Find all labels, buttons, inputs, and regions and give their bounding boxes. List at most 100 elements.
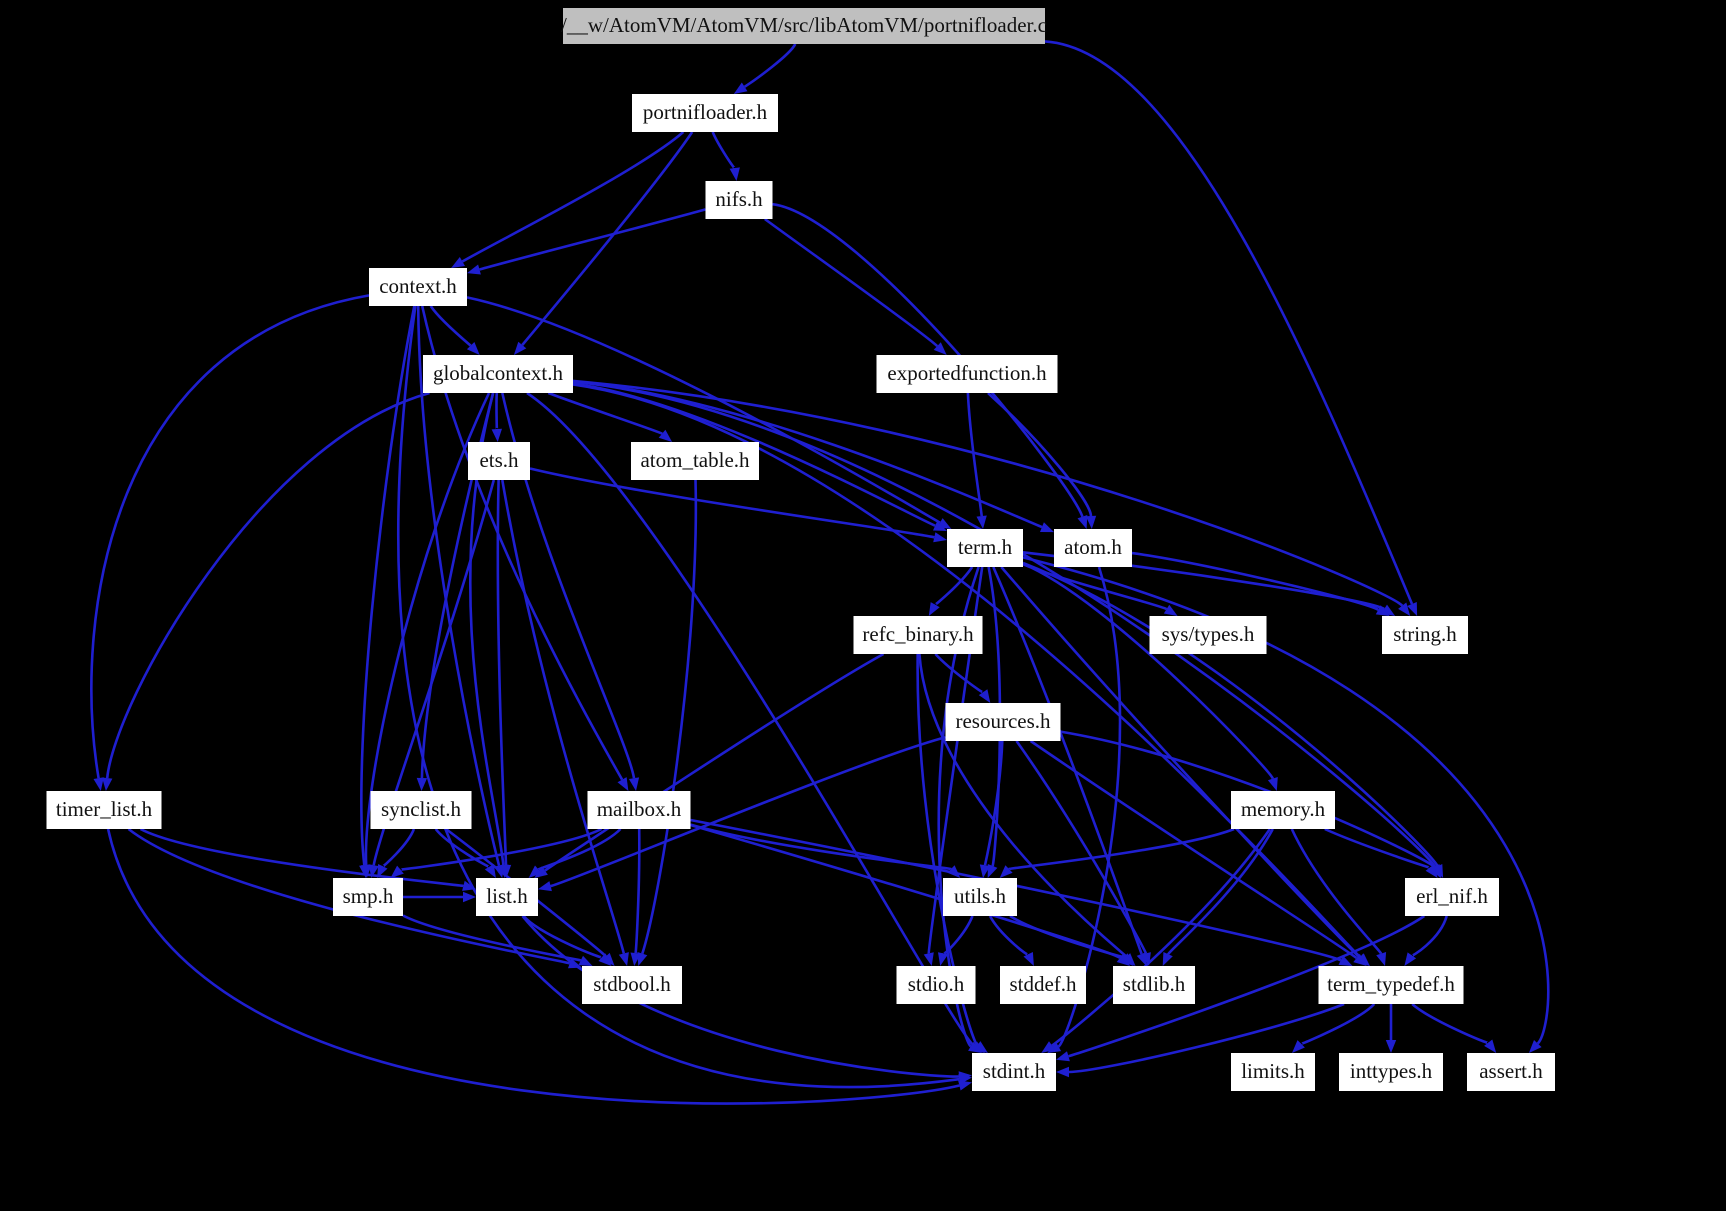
node-box-memory_h[interactable] [1231, 791, 1335, 829]
edge-ets_h-to-list_h [496, 479, 508, 866]
arrowhead-memory_h-to-term_typedef_h [1376, 952, 1387, 966]
node-box-sys_types_h[interactable] [1149, 616, 1267, 654]
edge-exportedfunction_h-to-atom_h [987, 392, 1093, 517]
node-portnifloader_h[interactable]: portnifloader.h [632, 94, 778, 132]
node-box-resources_h[interactable] [945, 703, 1061, 741]
arrowhead-resources_h-to-list_h [538, 881, 552, 892]
arrowhead-timer_list_h-to-stdint_h [958, 1080, 972, 1091]
edge-portnifloader_h-to-globalcontext_h [521, 131, 694, 346]
node-synclist_h[interactable]: synclist.h [370, 791, 472, 829]
arrowhead-term_h-to-memory_h [1267, 777, 1278, 791]
node-string_h[interactable]: string.h [1382, 616, 1468, 654]
arrowhead-globalcontext_h-to-timer_list_h [102, 777, 113, 791]
edge-nifs_h-to-exportedfunction_h [764, 217, 939, 348]
node-stddef_h[interactable]: stddef.h [1000, 966, 1086, 1004]
arrowhead-term_typedef_h-to-inttypes_h [1385, 1040, 1397, 1053]
arrowhead-term_h-to-stdio_h [923, 952, 934, 966]
node-list_h[interactable]: list.h [476, 878, 538, 916]
edge-context_h-to-globalcontext_h [429, 305, 472, 347]
node-erl_nif_h[interactable]: erl_nif.h [1405, 878, 1499, 916]
edge-portnifloader_h-to-context_h [461, 131, 685, 263]
node-box-refc_binary_h[interactable] [853, 616, 983, 654]
node-timer_list_h[interactable]: timer_list.h [46, 791, 162, 829]
node-box-string_h[interactable] [1382, 616, 1468, 654]
arrowhead-ets_h-to-term_h [933, 532, 947, 543]
node-stdbool_h[interactable]: stdbool.h [582, 966, 682, 1004]
arrowhead-globalcontext_h-to-atom_table_h [658, 429, 673, 442]
node-box-ets_h[interactable] [468, 442, 530, 480]
node-sys_types_h[interactable]: sys/types.h [1149, 616, 1267, 654]
node-term_h[interactable]: term.h [947, 529, 1023, 567]
node-box-erl_nif_h[interactable] [1405, 878, 1499, 916]
node-refc_binary_h[interactable]: refc_binary.h [853, 616, 983, 654]
node-box-mailbox_h[interactable] [587, 791, 691, 829]
node-box-portnifloader_h[interactable] [632, 94, 778, 132]
edge-synclist_h-to-smp_h [381, 828, 416, 868]
node-stdio_h[interactable]: stdio.h [896, 966, 976, 1004]
node-limits_h[interactable]: limits.h [1231, 1053, 1315, 1091]
node-box-stdint_h[interactable] [972, 1053, 1056, 1091]
arrowhead-smp_h-to-stdbool_h [578, 955, 593, 966]
edge-root-to-string_h [1044, 40, 1414, 605]
node-smp_h[interactable]: smp.h [333, 878, 403, 916]
node-box-smp_h[interactable] [333, 878, 403, 916]
node-stdint_h[interactable]: stdint.h [972, 1053, 1056, 1091]
edges-layer [90, 40, 1550, 1105]
edge-memory_h-to-stdint_h [1051, 828, 1271, 1047]
edge-memory_h-to-erl_nif_h [1324, 827, 1432, 869]
edge-globalcontext_h-to-timer_list_h [105, 391, 430, 779]
node-box-atom_h[interactable] [1054, 529, 1132, 567]
edge-mailbox_h-to-stdbool_h [634, 828, 641, 954]
node-box-term_h[interactable] [947, 529, 1023, 567]
node-nifs_h[interactable]: nifs.h [705, 181, 773, 219]
node-ets_h[interactable]: ets.h [468, 442, 530, 480]
node-box-utils_h[interactable] [943, 878, 1017, 916]
node-box-globalcontext_h[interactable] [423, 355, 573, 393]
edge-resources_h-to-stdlib_h [1015, 740, 1148, 954]
node-atom_h[interactable]: atom.h [1054, 529, 1132, 567]
node-box-root[interactable] [563, 8, 1045, 44]
node-box-inttypes_h[interactable] [1339, 1053, 1443, 1091]
node-term_typedef_h[interactable]: term_typedef.h [1318, 966, 1464, 1004]
node-box-context_h[interactable] [369, 268, 467, 306]
node-atom_table_h[interactable]: atom_table.h [631, 442, 759, 480]
edge-globalcontext_h-to-string_h [572, 379, 1404, 607]
node-box-term_typedef_h[interactable] [1318, 966, 1464, 1004]
arrowhead-mailbox_h-to-smp_h [390, 865, 404, 878]
node-box-stdbool_h[interactable] [582, 966, 682, 1004]
edge-term_typedef_h-to-assert_h [1411, 1003, 1490, 1045]
node-box-nifs_h[interactable] [705, 181, 773, 219]
node-box-stddef_h[interactable] [1000, 966, 1086, 1004]
node-context_h[interactable]: context.h [369, 268, 467, 306]
node-box-timer_list_h[interactable] [46, 791, 162, 829]
edge-root-to-portnifloader_h [743, 43, 797, 88]
node-box-exportedfunction_h[interactable] [876, 355, 1058, 393]
node-assert_h[interactable]: assert.h [1467, 1053, 1555, 1091]
node-utils_h[interactable]: utils.h [943, 878, 1017, 916]
arrowhead-root-to-portnifloader_h [733, 82, 748, 94]
node-box-synclist_h[interactable] [370, 791, 472, 829]
node-mailbox_h[interactable]: mailbox.h [587, 791, 691, 829]
arrowhead-globalcontext_h-to-atom_h [1040, 522, 1054, 533]
node-root[interactable]: /__w/AtomVM/AtomVM/src/libAtomVM/portnif… [561, 8, 1047, 44]
node-box-stdio_h[interactable] [896, 966, 976, 1004]
node-box-assert_h[interactable] [1467, 1053, 1555, 1091]
node-globalcontext_h[interactable]: globalcontext.h [423, 355, 573, 393]
node-inttypes_h[interactable]: inttypes.h [1339, 1053, 1443, 1091]
arrowhead-memory_h-to-stdlib_h [1162, 952, 1173, 966]
node-box-limits_h[interactable] [1231, 1053, 1315, 1091]
node-box-atom_table_h[interactable] [631, 442, 759, 480]
edge-refc_binary_h-to-resources_h [934, 653, 985, 694]
node-box-list_h[interactable] [476, 878, 538, 916]
node-memory_h[interactable]: memory.h [1231, 791, 1335, 829]
include-dependency-graph: /__w/AtomVM/AtomVM/src/libAtomVM/portnif… [0, 0, 1726, 1211]
graph-canvas: /__w/AtomVM/AtomVM/src/libAtomVM/portnif… [46, 8, 1555, 1105]
arrowhead-exportedfunction_h-to-atom_h [1085, 515, 1097, 529]
node-box-stdlib_h[interactable] [1113, 966, 1195, 1004]
arrowhead-nifs_h-to-atom_h [1077, 515, 1088, 529]
arrowhead-smp_h-to-list_h [463, 891, 476, 903]
node-exportedfunction_h[interactable]: exportedfunction.h [876, 355, 1058, 393]
node-resources_h[interactable]: resources.h [945, 703, 1061, 741]
arrowhead-globalcontext_h-to-synclist_h [416, 777, 428, 791]
node-stdlib_h[interactable]: stdlib.h [1113, 966, 1195, 1004]
